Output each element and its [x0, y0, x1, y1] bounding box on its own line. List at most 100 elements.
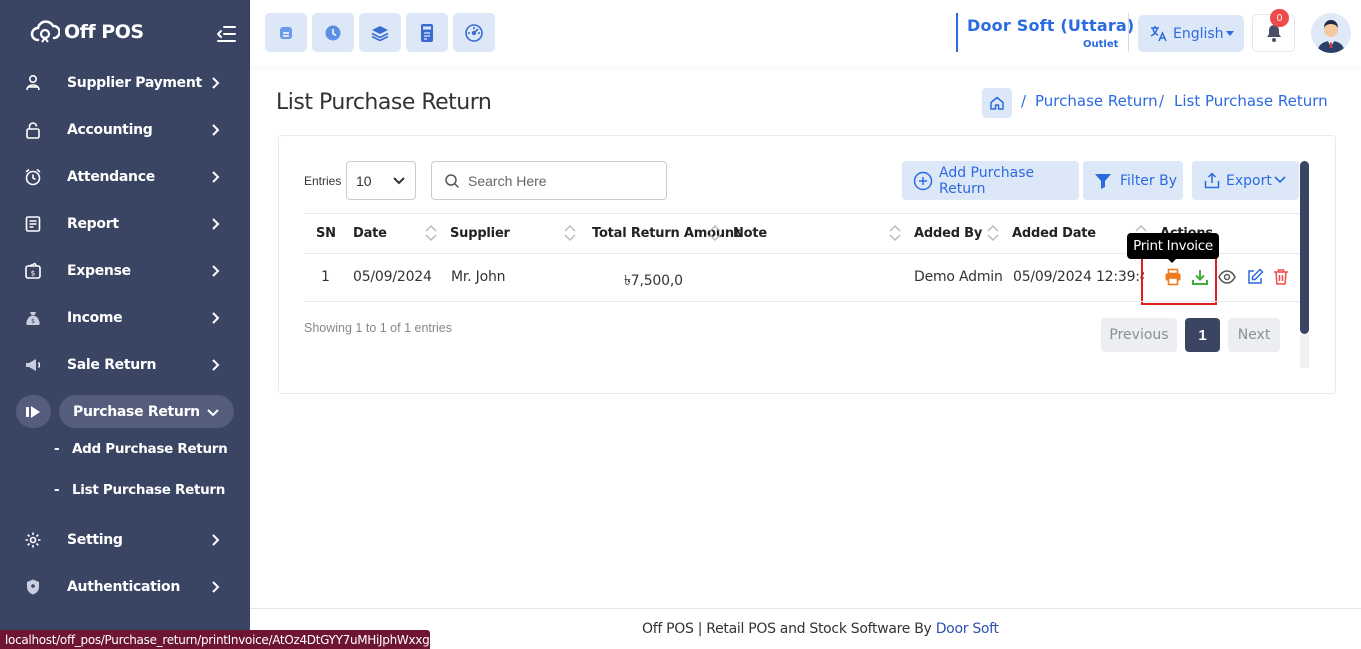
sidebar-item-supplier-payment[interactable]: Supplier Payment	[0, 61, 250, 105]
outlet-label: Outlet	[1083, 39, 1119, 50]
breadcrumb-home-button[interactable]	[982, 88, 1012, 118]
header-divider	[1128, 13, 1129, 52]
sidebar-subitem-add-purchase-return[interactable]: - Add Purchase Return	[54, 441, 228, 457]
sidebar-item-accounting[interactable]: Accounting	[0, 108, 250, 152]
lock-icon	[26, 122, 40, 139]
cell-added-by: Demo Admin	[914, 269, 1003, 285]
sort-icon[interactable]	[424, 223, 438, 243]
sidebar-item-label: Income	[67, 310, 123, 326]
search-input[interactable]	[468, 171, 658, 191]
column-header-supplier[interactable]: Supplier	[450, 226, 510, 241]
supplier-payment-icon	[26, 74, 40, 91]
sort-icon[interactable]	[888, 223, 902, 243]
chevron-right-icon	[212, 581, 220, 593]
breadcrumb-purchase-return[interactable]: Purchase Return	[1035, 92, 1158, 110]
chevron-right-icon	[212, 218, 220, 230]
user-avatar-image	[1311, 13, 1351, 53]
clock-icon	[325, 25, 341, 40]
language-dropdown[interactable]: English	[1138, 15, 1244, 52]
translate-icon	[1150, 26, 1167, 42]
app-logo[interactable]: Off POS	[30, 16, 144, 48]
column-header-date[interactable]: Date	[353, 226, 387, 241]
pos-register-button[interactable]	[265, 13, 307, 52]
view-eye-icon[interactable]	[1218, 268, 1236, 286]
sort-icon[interactable]	[986, 223, 1000, 243]
footer: Off POS | Retail POS and Stock Software …	[642, 621, 999, 637]
calculator-quick-button[interactable]	[406, 13, 448, 52]
sidebar-collapse-icon[interactable]	[214, 22, 238, 46]
chevron-down-icon	[1274, 176, 1286, 184]
sidebar-item-label: Expense	[67, 263, 131, 279]
footer-text: Off POS | Retail POS and Stock Software …	[642, 621, 932, 637]
plus-circle-icon	[913, 171, 933, 191]
cell-total-return-amount: ৳7,500,0	[624, 273, 683, 289]
sidebar-item-label: Attendance	[67, 169, 155, 185]
logo-text: Off POS	[64, 21, 144, 43]
table-scrollbar-track[interactable]	[1300, 334, 1309, 368]
column-header-added-by[interactable]: Added By	[914, 226, 982, 241]
edit-icon[interactable]	[1246, 268, 1264, 286]
pagination-page-1[interactable]: 1	[1185, 318, 1220, 352]
register-icon	[280, 26, 292, 39]
entries-label: Entries	[304, 174, 342, 188]
showing-entries-text: Showing 1 to 1 of 1 entries	[304, 321, 453, 335]
export-button[interactable]: Export	[1192, 161, 1299, 200]
sidebar-item-attendance[interactable]: Attendance	[0, 155, 250, 199]
footer-link[interactable]: Door Soft	[936, 621, 999, 637]
column-header-added-date[interactable]: Added Date	[1012, 226, 1096, 241]
sidebar-item-report[interactable]: Report	[0, 202, 250, 246]
sidebar-item-authentication[interactable]: Authentication	[0, 565, 250, 609]
chevron-right-icon	[212, 312, 220, 324]
pagination-next-button[interactable]: Next	[1228, 318, 1280, 352]
cell-supplier: Mr. John	[451, 269, 506, 285]
sidebar-item-expense[interactable]: $ Expense	[0, 249, 250, 293]
sidebar-item-purchase-return[interactable]: Purchase Return	[16, 395, 234, 428]
sidebar-subitem-list-purchase-return[interactable]: - List Purchase Return	[54, 482, 225, 498]
entries-select[interactable]: 10	[346, 161, 416, 200]
chevron-right-icon	[212, 171, 220, 183]
pagination-previous-button[interactable]: Previous	[1101, 318, 1177, 352]
export-label: Export	[1226, 172, 1272, 189]
report-icon	[25, 216, 41, 232]
search-box[interactable]	[431, 161, 667, 200]
user-avatar[interactable]	[1311, 13, 1351, 53]
dashboard-quick-button[interactable]	[453, 13, 495, 52]
purchase-return-icon-wrap	[16, 395, 51, 428]
gear-icon	[25, 532, 41, 548]
outlet-name[interactable]: Door Soft (Uttara)	[967, 16, 1134, 35]
sidebar-item-label: Purchase Return	[73, 403, 200, 420]
stock-quick-button[interactable]	[359, 13, 401, 52]
add-purchase-return-label: Add Purchase Return	[939, 164, 1035, 197]
svg-text:$: $	[31, 270, 35, 278]
svg-text:$: $	[31, 318, 35, 325]
notification-count-badge: 0	[1270, 9, 1289, 27]
delete-icon[interactable]	[1272, 268, 1290, 286]
attendance-quick-button[interactable]	[312, 13, 354, 52]
filter-by-label: Filter By	[1120, 172, 1178, 189]
outlet-divider	[956, 13, 958, 52]
add-purchase-return-button[interactable]: Add Purchase Return	[902, 161, 1079, 200]
chevron-down-icon	[207, 409, 219, 417]
sidebar-item-sale-return[interactable]: Sale Return	[0, 343, 250, 387]
column-header-sn[interactable]: SN	[316, 226, 336, 241]
table-scrollbar-thumb[interactable]	[1300, 161, 1309, 334]
gauge-icon	[465, 23, 483, 42]
table-header-top-border	[304, 213, 1300, 214]
sidebar-item-setting[interactable]: Setting	[0, 518, 250, 562]
sidebar-item-purchase-return-pill[interactable]: Purchase Return	[59, 395, 234, 428]
sort-icon[interactable]	[708, 223, 722, 243]
chevron-right-icon	[212, 124, 220, 136]
filter-by-button[interactable]: Filter By	[1083, 161, 1183, 200]
sidebar-item-label: Report	[67, 216, 119, 232]
entries-value: 10	[356, 173, 372, 189]
column-header-note[interactable]: Note	[733, 226, 767, 241]
sidebar-item-label: Setting	[67, 532, 123, 548]
home-icon	[990, 96, 1004, 110]
sidebar-item-label: Sale Return	[67, 357, 157, 373]
top-header: Door Soft (Uttara) Outlet English 0	[250, 0, 1361, 67]
sort-icon[interactable]	[563, 223, 577, 243]
sidebar-item-income[interactable]: $ Income	[0, 296, 250, 340]
tooltip-arrow	[1167, 258, 1177, 263]
sidebar: Off POS Supplier Payment Accounting Atte…	[0, 0, 250, 649]
alarm-clock-icon	[25, 168, 41, 186]
